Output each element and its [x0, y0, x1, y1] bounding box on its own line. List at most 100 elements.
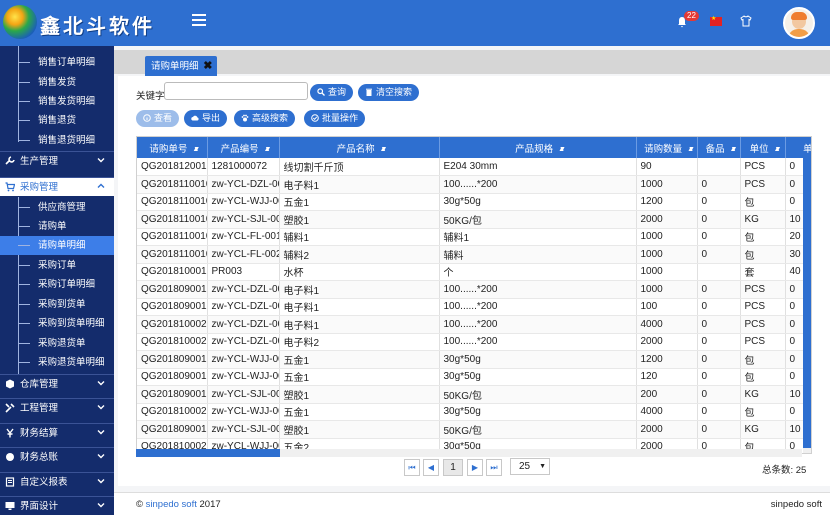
column-header[interactable]: 请购数量 ▲▼: [636, 137, 698, 158]
china-flag-icon[interactable]: [710, 15, 722, 26]
sidebar-item-sales-return-detail[interactable]: 销售退货明细: [0, 131, 114, 150]
table-cell: QG2018110010001: [137, 210, 208, 229]
coin-icon: [6, 453, 14, 461]
top-header: 鑫北斗软件 22: [0, 0, 830, 46]
table-cell: QG2018110010001: [137, 228, 208, 246]
sidebar-group-engineering[interactable]: 工程管理: [0, 398, 114, 417]
sidebar-item-sales-delivery[interactable]: 销售发货: [0, 73, 114, 92]
brand-link[interactable]: sinpedo soft: [146, 499, 197, 510]
user-avatar[interactable]: [783, 7, 815, 39]
sidebar-item-purchase-return-detail[interactable]: 采购退货单明细: [0, 353, 114, 372]
next-page-button[interactable]: ▶: [467, 459, 483, 476]
sidebar-item-purchase-return[interactable]: 采购退货单: [0, 334, 114, 353]
sidebar-group-purchase[interactable]: 采购管理: [0, 177, 114, 196]
table-cell: PCS: [740, 315, 786, 334]
sort-icon[interactable]: ▲▼: [558, 146, 565, 153]
keyword-input[interactable]: [164, 82, 308, 100]
table-cell: 1000: [636, 175, 698, 194]
sidebar-item-sales-order-detail[interactable]: 销售订单明细: [0, 53, 114, 72]
prev-page-button[interactable]: ◀: [423, 459, 439, 476]
table-row[interactable]: QG2018090010001zw-YCL-SJL-001塑胶150KG/包20…: [137, 385, 811, 404]
shirt-icon[interactable]: [740, 15, 752, 27]
query-button[interactable]: 查询: [310, 84, 354, 101]
sidebar-group-warehouse[interactable]: 仓库管理: [0, 374, 114, 393]
sidebar-item-requisition-detail[interactable]: 请购单明细: [0, 236, 114, 255]
sidebar-item-purchase-arrival-detail[interactable]: 采购到货单明细: [0, 314, 114, 333]
table-cell: 个: [439, 263, 637, 281]
sort-icon[interactable]: ▲▼: [774, 146, 781, 153]
sidebar-group-production[interactable]: 生产管理: [0, 151, 114, 170]
sidebar-item-sales-delivery-detail[interactable]: 销售发货明细: [0, 92, 114, 111]
table-row[interactable]: QG2018110010001zw-YCL-DZL-001电子料1100....…: [137, 175, 811, 194]
close-icon[interactable]: ✖: [203, 56, 212, 77]
page-size-select[interactable]: 25 ▼: [510, 458, 550, 475]
advanced-search-button[interactable]: 高级搜索: [234, 110, 296, 127]
table-cell: zw-YCL-WJJ-001: [207, 368, 280, 386]
table-cell: 塑胶1: [279, 385, 440, 404]
sidebar-item-supplier[interactable]: 供应商管理: [0, 198, 114, 217]
table-row[interactable]: QG2018090010001zw-YCL-WJJ-001五金130g*50g1…: [137, 368, 811, 386]
table-cell: 0: [697, 333, 741, 351]
table-cell: zw-YCL-SJL-001: [207, 420, 280, 439]
column-header[interactable]: 产品规格 ▲▼: [439, 137, 637, 158]
column-header[interactable]: 单位 ▲▼: [740, 137, 786, 158]
table-row[interactable]: QG2018110010001zw-YCL-SJL-001塑胶150KG/包20…: [137, 210, 811, 229]
table-row[interactable]: QG2018090010001zw-YCL-DZL-001电子料1100....…: [137, 298, 811, 316]
view-button[interactable]: 查看: [136, 110, 180, 127]
table-row[interactable]: QG2018110010001zw-YCL-FL-001辅料1辅料110000包…: [137, 228, 811, 246]
table-row[interactable]: QG2018100020001zw-YCL-WJJ-001五金130g*50g4…: [137, 403, 811, 421]
batch-operation-button[interactable]: 批量操作: [304, 110, 366, 127]
table-cell: 0: [697, 228, 741, 246]
column-header[interactable]: 产品名称 ▲▼: [279, 137, 440, 158]
sort-icon[interactable]: ▲▼: [192, 146, 199, 153]
table-cell: 30g*50g: [439, 350, 637, 369]
table-row[interactable]: QG20181200100011281000072线切割千斤顶E204 30mm…: [137, 158, 811, 176]
table-row[interactable]: QG2018090010001zw-YCL-SJL-001塑胶150KG/包20…: [137, 420, 811, 439]
sort-icon[interactable]: ▲▼: [687, 146, 694, 153]
current-page[interactable]: 1: [443, 459, 463, 476]
sort-icon[interactable]: ▲▼: [730, 146, 737, 153]
chevron-down-icon: [97, 158, 105, 163]
table-cell: 0: [697, 368, 741, 386]
sidebar-item-requisition[interactable]: 请购单: [0, 217, 114, 236]
vertical-scrollbar[interactable]: [803, 158, 811, 453]
export-button[interactable]: 导出: [184, 110, 228, 127]
column-header[interactable]: 产品编号 ▲▼: [207, 137, 280, 158]
chevron-down-icon: [97, 479, 105, 484]
table-cell: [697, 263, 741, 281]
table-cell: 50KG/包: [439, 420, 637, 439]
column-header[interactable]: 请购单号 ▲▼: [137, 137, 208, 158]
table-cell: QG2018110010001: [137, 193, 208, 211]
table-row[interactable]: QG2018100010001PR003水杯个1000套40: [137, 263, 811, 281]
column-header[interactable]: 单价▲▼: [785, 137, 811, 158]
menu-toggle-icon[interactable]: [192, 14, 206, 26]
table-cell: QG2018100020001: [137, 333, 208, 351]
table-row[interactable]: QG2018110010001zw-YCL-WJJ-001五金130g*50g1…: [137, 193, 811, 211]
table-row[interactable]: QG2018090010001zw-YCL-WJJ-001五金130g*50g1…: [137, 350, 811, 369]
sidebar-group-ui-design[interactable]: 界面设计: [0, 496, 114, 515]
sidebar-item-partial[interactable]: ...: [0, 46, 114, 53]
sidebar-group-custom-report[interactable]: 自定义报表: [0, 472, 114, 491]
column-header[interactable]: 备品 ▲▼: [697, 137, 741, 158]
table-row[interactable]: QG2018090010001zw-YCL-DZL-001电子料1100....…: [137, 280, 811, 299]
first-page-button[interactable]: ⏮: [404, 459, 420, 476]
table-cell: PCS: [740, 298, 786, 316]
clear-search-button[interactable]: 清空搜索: [358, 84, 420, 101]
sidebar-group-general-ledger[interactable]: 财务总账: [0, 447, 114, 466]
table-cell: 包: [740, 193, 786, 211]
sidebar-group-finance-settlement[interactable]: 财务结算: [0, 423, 114, 442]
table-cell: zw-YCL-SJL-001: [207, 210, 280, 229]
sidebar-item-purchase-order-detail[interactable]: 采购订单明细: [0, 275, 114, 294]
table-row[interactable]: QG2018100020001zw-YCL-DZL-001电子料1100....…: [137, 315, 811, 334]
report-icon: [5, 477, 15, 487]
table-row[interactable]: QG2018100020001zw-YCL-DZL-002电子料2100....…: [137, 333, 811, 351]
sidebar-item-purchase-arrival[interactable]: 采购到货单: [0, 295, 114, 314]
tab-requisition-detail[interactable]: 请购单明细 ✖: [145, 56, 217, 77]
sidebar-item-sales-return[interactable]: 销售退货: [0, 111, 114, 130]
table-row[interactable]: QG2018110010001zw-YCL-FL-002辅料2辅料10000包3…: [137, 245, 811, 264]
sort-icon[interactable]: ▲▼: [380, 146, 387, 153]
last-page-button[interactable]: ⏭: [486, 459, 502, 476]
sidebar-item-purchase-order[interactable]: 采购订单: [0, 256, 114, 275]
horizontal-scrollbar[interactable]: [136, 449, 802, 457]
sort-icon[interactable]: ▲▼: [264, 146, 271, 153]
